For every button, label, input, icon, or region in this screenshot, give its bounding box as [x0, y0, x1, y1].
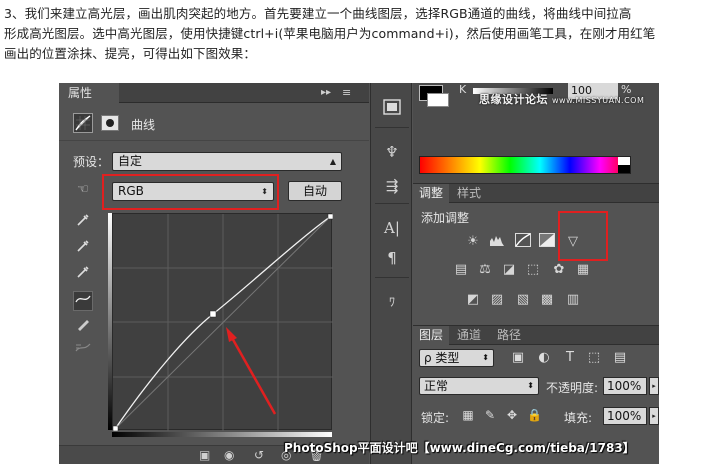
glyph-panel-icon[interactable]: ﾜ	[379, 291, 405, 313]
smooth-curve-icon[interactable]	[73, 341, 93, 361]
character-panel-icon[interactable]: A|	[379, 217, 405, 239]
collapse-icon[interactable]: ▸▸	[321, 87, 331, 99]
selective-color-icon[interactable]: ▩	[537, 291, 557, 309]
hand-target-icon[interactable]: ☜	[73, 180, 93, 200]
color-balance-icon[interactable]: ⚖	[475, 261, 495, 279]
tab-channels[interactable]: 通道	[451, 326, 487, 345]
threshold-icon[interactable]: ▧	[513, 291, 533, 309]
brush-settings-icon[interactable]: ⇶	[379, 175, 405, 197]
layer-mask-icon[interactable]	[101, 115, 119, 131]
filter-pixel-icon[interactable]: ▣	[509, 349, 527, 367]
exposure-icon[interactable]	[537, 233, 557, 251]
fill-dropdown-icon[interactable]: ▸	[649, 407, 659, 425]
fill-field[interactable]: 100%	[603, 407, 647, 425]
layer-filter-value: ρ 类型	[424, 351, 460, 365]
opacity-dropdown-icon[interactable]: ▸	[649, 377, 659, 395]
brush-preset-icon[interactable]: ♆	[379, 141, 405, 163]
lock-transparent-icon[interactable]: ▦	[461, 408, 475, 422]
fill-label: 填充:	[564, 411, 593, 425]
dock-separator	[375, 277, 409, 278]
posterize-icon[interactable]: ▨	[487, 291, 507, 309]
clip-to-layer-icon[interactable]: ▣	[199, 448, 210, 462]
filter-smart-object-icon[interactable]: ▤	[611, 349, 629, 367]
layer-filter-select[interactable]: ρ 类型 ⬍	[419, 349, 494, 367]
hue-saturation-icon[interactable]: ▤	[451, 261, 471, 279]
filter-type-icon[interactable]: T	[561, 349, 579, 367]
properties-panel: 属性 ▸▸ ≡ 曲线 预设： 自定 ▲ ☜ RGB ⬍ 自动 ▣ ◉ ↺ ◎ 🗑	[59, 83, 369, 464]
eyedropper-gray-icon[interactable]	[73, 239, 93, 259]
reset-icon[interactable]: ↺	[254, 448, 264, 462]
paragraph-panel-icon[interactable]: ¶	[379, 247, 405, 269]
tab-paths[interactable]: 路径	[491, 326, 527, 345]
eyedropper-black-icon[interactable]	[73, 213, 93, 233]
preset-label: 预设：	[73, 155, 110, 169]
tab-adjustments[interactable]: 调整	[413, 184, 450, 203]
background-color-swatch[interactable]	[427, 93, 449, 107]
lock-label: 锁定:	[421, 411, 450, 425]
lock-all-icon[interactable]: 🔒	[527, 408, 542, 422]
dock-separator	[375, 127, 409, 128]
channel-mixer-icon[interactable]: ✿	[549, 261, 569, 279]
lock-image-icon[interactable]: ✎	[483, 408, 497, 422]
black-white-icon[interactable]: ◪	[499, 261, 519, 279]
preset-value: 自定	[118, 154, 143, 168]
adjustments-tabbar: 调整 样式	[413, 183, 659, 203]
tutorial-paragraph: 3、我们来建立高光层，画出肌肉突起的地方。首先要建立一个曲线图层，选择RGB通道…	[4, 4, 708, 64]
curves-adjustment-icon[interactable]	[73, 113, 93, 133]
properties-tabbar: 属性 ▸▸ ≡	[59, 83, 369, 103]
k-channel-label: K	[459, 83, 467, 96]
watermark-title: 思缘设计论坛	[479, 93, 548, 106]
tutorial-line-2: 形成高光图层。选中高光图层，使用快捷键ctrl+i(苹果电脑用户为command…	[4, 26, 656, 41]
filter-adjustment-icon[interactable]: ◐	[535, 349, 553, 367]
site-watermark: 思缘设计论坛 www.MISSYUAN.COM	[479, 91, 644, 107]
watermark-url: www.MISSYUAN.COM	[552, 96, 645, 105]
filter-shape-icon[interactable]: ⬚	[585, 349, 603, 367]
color-spectrum-bar[interactable]	[419, 156, 631, 174]
brightness-contrast-icon[interactable]: ☀	[463, 233, 483, 251]
auto-button[interactable]: 自动	[288, 181, 342, 201]
right-panels: K 100 % 思缘设计论坛 www.MISSYUAN.COM 调整 样式 添加调…	[413, 83, 659, 464]
lock-position-icon[interactable]: ✥	[505, 408, 519, 422]
panel-menu-icon[interactable]: ≡	[342, 87, 351, 99]
blend-mode-value: 正常	[424, 379, 449, 393]
layers-tabbar: 图层 通道 路径	[413, 325, 659, 345]
history-panel-icon[interactable]	[379, 99, 405, 121]
levels-icon[interactable]	[487, 233, 507, 251]
select-arrow-icon: ▲	[329, 157, 336, 166]
color-lookup-icon[interactable]: ▦	[573, 261, 593, 279]
photoshop-screenshot: 属性 ▸▸ ≡ 曲线 预设： 自定 ▲ ☜ RGB ⬍ 自动 ▣ ◉ ↺ ◎ 🗑…	[59, 83, 659, 464]
invert-icon[interactable]: ◩	[463, 291, 483, 309]
curve-point-tool-icon[interactable]	[73, 291, 93, 311]
fill-value: 100%	[607, 409, 642, 423]
photo-filter-icon[interactable]: ⬚	[523, 261, 543, 279]
curves-title: 曲线	[131, 118, 156, 132]
add-adjustment-title: 添加调整	[421, 211, 470, 225]
curves-graph[interactable]	[112, 213, 333, 431]
panel-dock-column: ♆ ⇶ A| ¶ ﾜ	[370, 83, 412, 464]
gradient-map-icon[interactable]: ▥	[563, 291, 583, 309]
curves-header: 曲线	[59, 105, 369, 141]
tab-properties[interactable]: 属性	[59, 83, 119, 103]
dock-separator	[375, 203, 409, 204]
select-arrow-icon: ⬍	[527, 381, 534, 390]
opacity-field[interactable]: 100%	[603, 377, 647, 395]
curves-icon[interactable]	[513, 233, 533, 251]
blend-mode-select[interactable]: 正常 ⬍	[419, 377, 539, 395]
output-gradient-horizontal	[112, 432, 332, 437]
select-arrow-icon: ⬍	[482, 353, 489, 362]
tutorial-line-3: 画出的位置涂抹、提亮，可得出如下图效果：	[4, 46, 257, 61]
view-previous-icon[interactable]: ◉	[224, 448, 234, 462]
opacity-label: 不透明度:	[546, 381, 599, 395]
color-panel: K 100 % 思缘设计论坛 www.MISSYUAN.COM	[413, 83, 659, 183]
red-highlight-curves	[558, 211, 608, 261]
tutorial-line-1: 3、我们来建立高光层，画出肌肉突起的地方。首先要建立一个曲线图层，选择RGB通道…	[4, 6, 632, 21]
red-highlight-channel	[102, 174, 279, 210]
tab-styles[interactable]: 样式	[451, 184, 487, 203]
tab-layers[interactable]: 图层	[413, 326, 450, 345]
eyedropper-white-icon[interactable]	[73, 265, 93, 285]
preset-select[interactable]: 自定 ▲	[112, 152, 342, 171]
footer-watermark: PhotoShop平面设计吧【www.dineCg.com/tieba/1783…	[284, 441, 635, 455]
opacity-value: 100%	[607, 379, 642, 393]
pencil-tool-icon[interactable]	[73, 317, 93, 337]
